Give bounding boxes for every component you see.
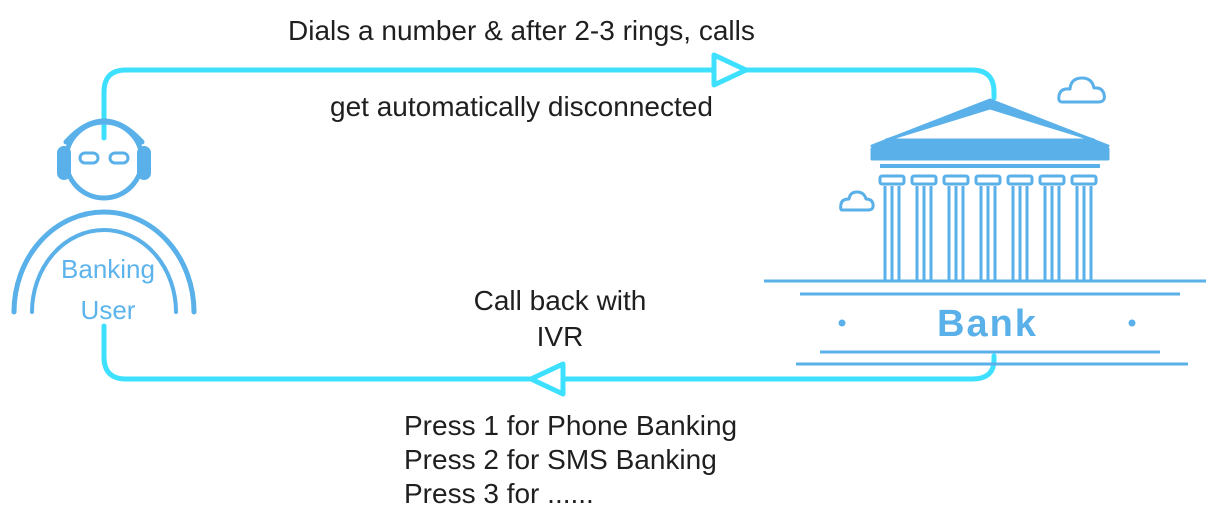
ivr-menu-item: Press 3 for ...... bbox=[404, 478, 594, 509]
cloud-icon bbox=[839, 190, 875, 212]
bank-column bbox=[942, 174, 970, 282]
bank-column bbox=[910, 174, 938, 282]
bank-column bbox=[1070, 174, 1098, 282]
ivr-menu-item: Press 2 for SMS Banking bbox=[404, 444, 717, 475]
ivr-menu-item: Press 1 for Phone Banking bbox=[404, 410, 738, 441]
bank-columns bbox=[878, 174, 1098, 282]
top-flow-arrow-icon bbox=[711, 52, 749, 88]
bottom-flow-label-line1: Call back with bbox=[473, 285, 647, 316]
bank-label: Bank bbox=[937, 303, 1038, 345]
bank-column bbox=[1038, 174, 1066, 282]
bank-column bbox=[1006, 174, 1034, 282]
user-label-line2: User bbox=[80, 295, 136, 325]
bank-column bbox=[878, 174, 906, 282]
top-flow-label-line2: get automatically disconnected bbox=[330, 91, 713, 122]
bottom-flow-arrow-icon bbox=[528, 361, 566, 397]
top-flow-label-line1: Dials a number & after 2-3 rings, calls bbox=[288, 15, 755, 46]
bottom-flow-label-line2: IVR bbox=[536, 321, 584, 352]
user-label-line1: Banking bbox=[61, 254, 155, 284]
diagram-canvas: Dials a number & after 2-3 rings, calls … bbox=[0, 0, 1214, 515]
ivr-menu: Press 1 for Phone Banking Press 2 for SM… bbox=[404, 409, 737, 511]
cloud-icon bbox=[1057, 76, 1106, 104]
bank-column bbox=[974, 174, 1002, 282]
